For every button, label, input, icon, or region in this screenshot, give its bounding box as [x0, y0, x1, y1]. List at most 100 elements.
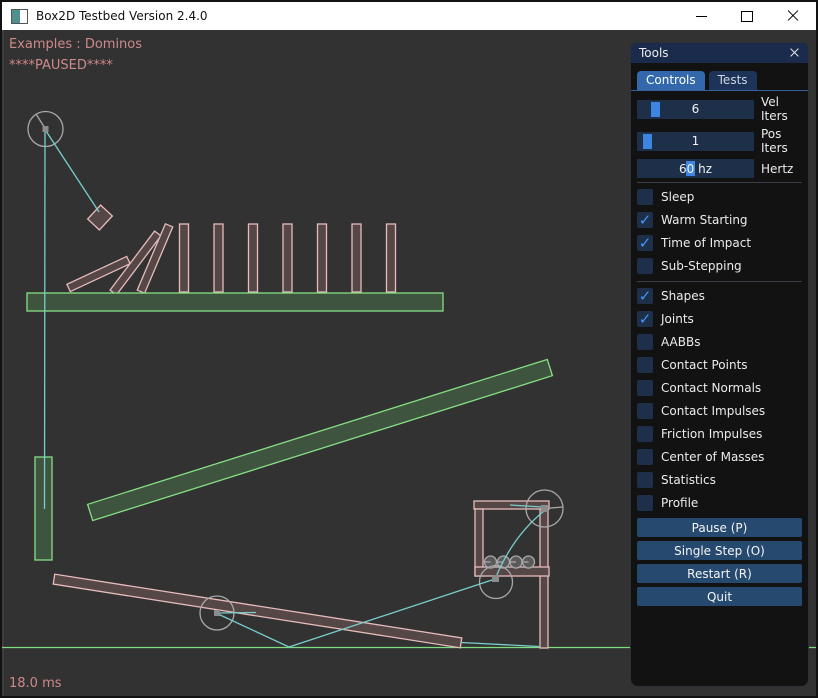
sub-stepping-checkbox-row: Sub-Stepping — [637, 258, 802, 274]
center-of-masses-checkbox[interactable] — [637, 449, 653, 465]
quit-button[interactable]: Quit — [637, 587, 802, 606]
contact-impulses-checkbox[interactable] — [637, 403, 653, 419]
statistics-checkbox-row: Statistics — [637, 472, 802, 488]
statistics-checkbox[interactable] — [637, 472, 653, 488]
example-label: Examples : Dominos — [9, 37, 142, 52]
sleep-checkbox-row: Sleep — [637, 189, 802, 205]
pos-iters-slider-row: 1 Pos Iters — [637, 127, 802, 155]
friction-impulses-checkbox-row: Friction Impulses — [637, 426, 802, 442]
vel-iters-label: Vel Iters — [761, 95, 802, 123]
panel-tabbar: ControlsTests — [631, 63, 808, 91]
standing-domino-2 — [214, 224, 223, 292]
vel-iters-value: 6 — [637, 100, 754, 119]
contact-normals-checkbox[interactable] — [637, 380, 653, 396]
hertz-slider[interactable]: 60 hz — [637, 159, 754, 178]
frame-time-label: 18.0 ms — [9, 676, 62, 691]
tilted-plank — [88, 359, 553, 520]
standing-domino-6 — [352, 224, 361, 292]
tools-panel: Tools ControlsTests 6 Vel Iters 1 Pos Iters… — [630, 42, 809, 687]
contact-points-checkbox[interactable] — [637, 357, 653, 373]
standing-domino-7 — [387, 224, 396, 292]
sleep-label: Sleep — [661, 190, 694, 204]
rope-pulley-vertical — [45, 132, 46, 509]
contact-normals-label: Contact Normals — [661, 381, 761, 395]
joints-label: Joints — [661, 312, 694, 326]
shapes-label: Shapes — [661, 289, 705, 303]
contact-impulses-checkbox-row: Contact Impulses — [637, 403, 802, 419]
contact-normals-checkbox-row: Contact Normals — [637, 380, 802, 396]
time-of-impact-checkbox-row: ✓ Time of Impact — [637, 235, 802, 251]
tab-tests[interactable]: Tests — [709, 71, 757, 90]
seesaw-plank — [53, 574, 462, 648]
frame-pulley-anchor — [541, 505, 548, 512]
tools-panel-titlebar[interactable]: Tools — [631, 43, 808, 63]
seesaw-anchor — [214, 610, 220, 616]
tab-controls[interactable]: Controls — [637, 71, 705, 90]
hertz-value: 60 hz — [637, 159, 754, 178]
standing-domino-5 — [318, 224, 327, 292]
pulley-anchor — [43, 126, 49, 132]
warm-starting-checkbox[interactable]: ✓ — [637, 212, 653, 228]
separator — [637, 182, 802, 183]
friction-impulses-label: Friction Impulses — [661, 427, 762, 441]
sub-stepping-label: Sub-Stepping — [661, 259, 742, 273]
profile-checkbox-row: Profile — [637, 495, 802, 511]
time-of-impact-checkbox[interactable]: ✓ — [637, 235, 653, 251]
restart-r-button[interactable]: Restart (R) — [637, 564, 802, 583]
shapes-checkbox-row: ✓ Shapes — [637, 288, 802, 304]
separator — [637, 281, 802, 282]
center-of-masses-checkbox-row: Center of Masses — [637, 449, 802, 465]
aabbs-checkbox-row: AABBs — [637, 334, 802, 350]
hertz-label: Hertz — [761, 162, 793, 176]
sub-stepping-checkbox[interactable] — [637, 258, 653, 274]
sleep-checkbox[interactable] — [637, 189, 653, 205]
window-titlebar: Box2D Testbed Version 2.4.0 — [2, 2, 816, 30]
rope-plank-to-post — [461, 643, 539, 647]
profile-label: Profile — [661, 496, 698, 510]
time-of-impact-label: Time of Impact — [661, 236, 751, 250]
tools-panel-title: Tools — [639, 46, 669, 60]
window-title: Box2D Testbed Version 2.4.0 — [36, 9, 208, 23]
pause-p-button[interactable]: Pause (P) — [637, 518, 802, 537]
vel-iters-slider[interactable]: 6 — [637, 100, 754, 119]
pos-iters-slider[interactable]: 1 — [637, 132, 754, 151]
statistics-label: Statistics — [661, 473, 716, 487]
panel-content: 6 Vel Iters 1 Pos Iters 60 hz Hertz Sleep ✓ War… — [631, 91, 808, 606]
minimize-button[interactable] — [678, 2, 724, 30]
vel-iters-slider-row: 6 Vel Iters — [637, 95, 802, 123]
frame-lower-anchor — [492, 575, 499, 582]
paused-label: ****PAUSED**** — [9, 58, 113, 73]
hertz-slider-row: 60 hz Hertz — [637, 159, 802, 178]
center-of-masses-label: Center of Masses — [661, 450, 764, 464]
maximize-button[interactable] — [724, 2, 770, 30]
warm-starting-label: Warm Starting — [661, 213, 748, 227]
close-icon — [787, 10, 799, 22]
piston-box — [35, 457, 52, 560]
shelf-platform — [27, 293, 443, 311]
contact-impulses-label: Contact Impulses — [661, 404, 765, 418]
shapes-checkbox[interactable]: ✓ — [637, 288, 653, 304]
maximize-icon — [741, 11, 753, 22]
standing-domino-4 — [283, 224, 292, 292]
app-window: Box2D Testbed Version 2.4.0 Examples : D… — [0, 0, 818, 698]
contact-points-label: Contact Points — [661, 358, 748, 372]
close-button[interactable] — [770, 2, 816, 30]
joints-checkbox-row: ✓ Joints — [637, 311, 802, 327]
contact-points-checkbox-row: Contact Points — [637, 357, 802, 373]
standing-domino-1 — [180, 224, 189, 292]
panel-close-icon[interactable] — [788, 46, 802, 60]
hanging-box — [88, 205, 113, 230]
joints-checkbox[interactable]: ✓ — [637, 311, 653, 327]
profile-checkbox[interactable] — [637, 495, 653, 511]
rope-pulley-to-box — [46, 131, 99, 212]
standing-domino-3 — [249, 224, 258, 292]
app-icon — [11, 9, 28, 24]
pos-iters-label: Pos Iters — [761, 127, 802, 155]
warm-starting-checkbox-row: ✓ Warm Starting — [637, 212, 802, 228]
aabbs-label: AABBs — [661, 335, 700, 349]
aabbs-checkbox[interactable] — [637, 334, 653, 350]
friction-impulses-checkbox[interactable] — [637, 426, 653, 442]
frame-right-post — [540, 509, 548, 648]
pos-iters-value: 1 — [637, 132, 754, 151]
single-step-o-button[interactable]: Single Step (O) — [637, 541, 802, 560]
